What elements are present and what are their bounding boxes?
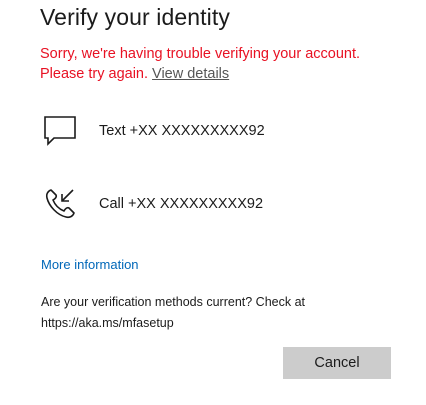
phone-call-icon [40, 184, 80, 224]
verification-notice: Are your verification methods current? C… [41, 295, 306, 330]
verify-identity-dialog: Verify your identity Sorry, we're having… [0, 0, 426, 405]
page-title: Verify your identity [40, 4, 230, 30]
message-icon [40, 111, 80, 151]
text-method-option[interactable]: Text +XX XXXXXXXXX92 [40, 111, 400, 151]
call-method-option[interactable]: Call +XX XXXXXXXXX92 [40, 184, 400, 224]
text-method-label: Text +XX XXXXXXXXX92 [99, 123, 265, 139]
error-message: Sorry, we're having trouble verifying yo… [40, 44, 400, 84]
call-method-label: Call +XX XXXXXXXXX92 [99, 196, 264, 212]
cancel-button[interactable]: Cancel [283, 347, 391, 379]
view-details-link[interactable]: View details [152, 66, 229, 82]
more-information-link[interactable]: More information [41, 257, 139, 272]
